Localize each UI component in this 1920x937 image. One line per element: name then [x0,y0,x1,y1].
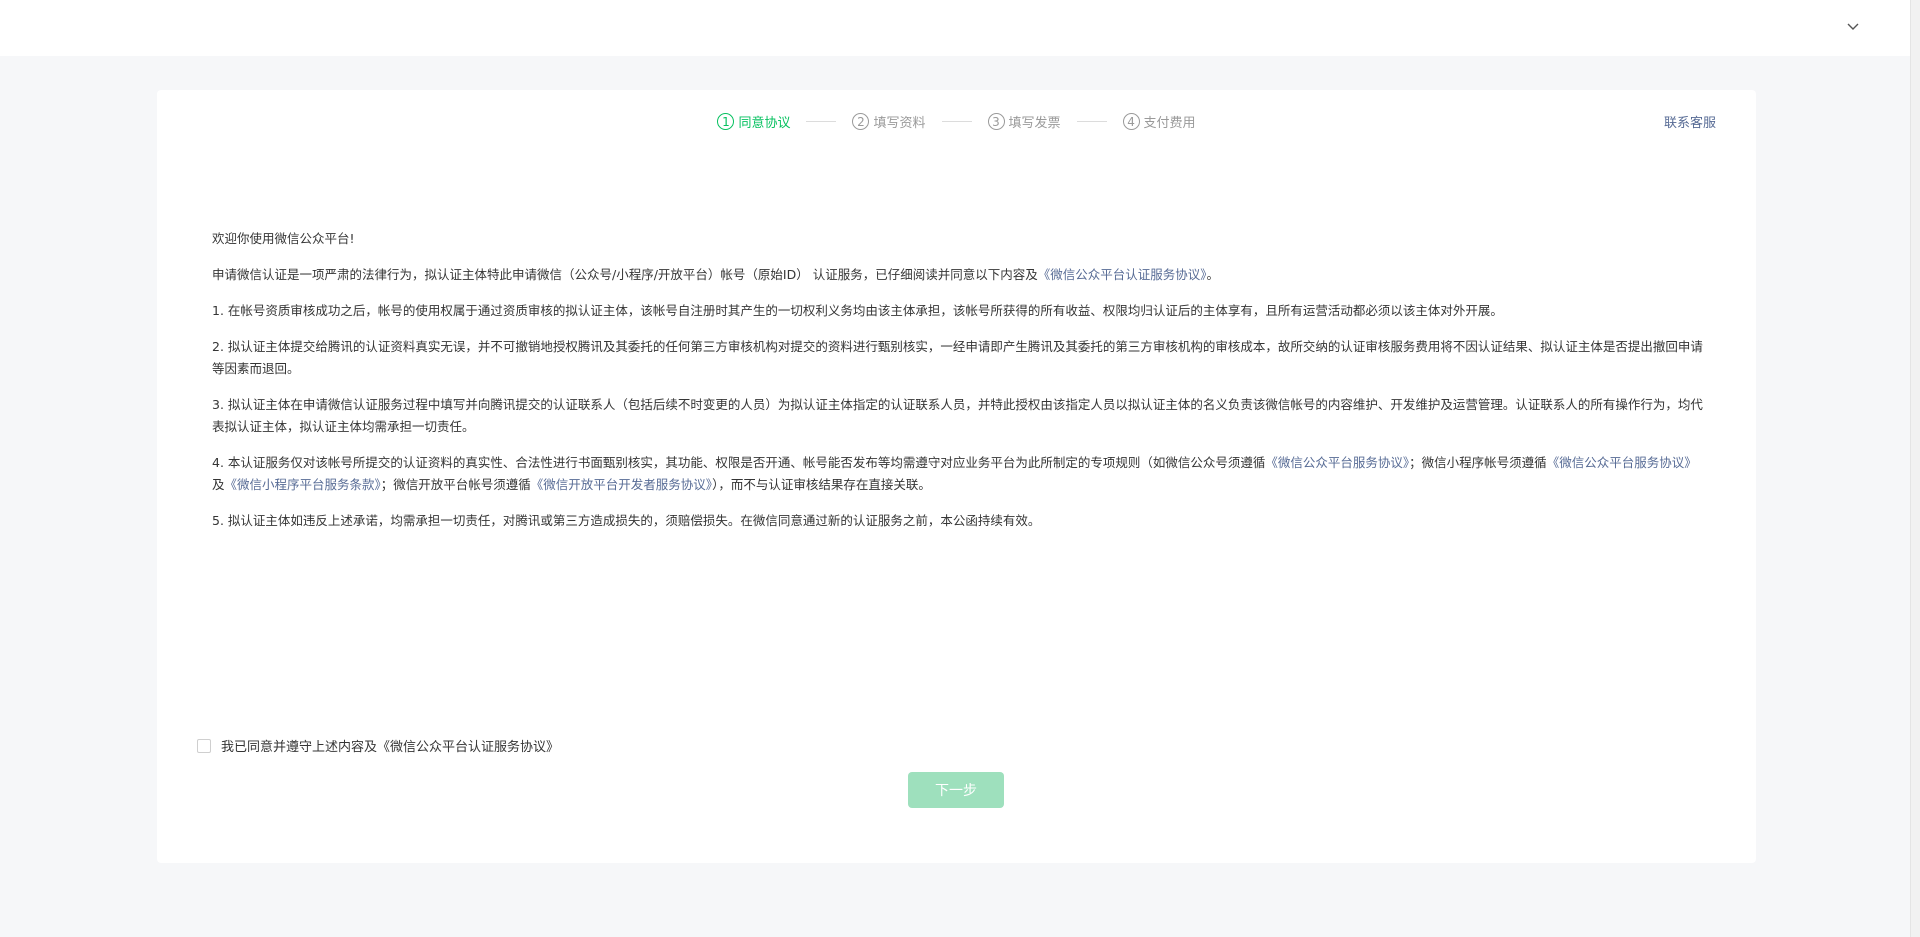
agreement-content: 欢迎你使用微信公众平台! 申请微信认证是一项严肃的法律行为，拟认证主体特此申请微… [212,228,1707,546]
main-card: 1 同意协议 2 填写资料 3 填写发票 4 支付费用 联系客服 欢迎你使用微信… [157,90,1756,863]
clause-3: 3. 拟认证主体在申请微信认证服务过程中填写并向腾讯提交的认证联系人（包括后续不… [212,397,1703,434]
clause-5: 5. 拟认证主体如违反上述承诺，均需承担一切责任，对腾讯或第三方造成损失的，须赔… [212,513,1041,528]
clause-4-text: ；微信开放平台帐号须遵循 [380,477,531,492]
step-2: 2 填写资料 [852,112,926,131]
intro-end: 。 [1206,267,1219,282]
step-4: 4 支付费用 [1122,112,1196,131]
open-platform-agreement-link[interactable]: 《微信开放平台开发者服务协议》 [531,477,712,492]
top-bar [0,0,1920,56]
clause-4-text: 及 [212,477,225,492]
step-label: 填写发票 [1008,116,1061,131]
agree-checkbox-row[interactable]: 我已同意并遵守上述内容及《微信公众平台认证服务协议》 [197,736,559,755]
mp-service-agreement-link[interactable]: 《微信公众平台服务协议》 [1265,455,1409,470]
step-label: 支付费用 [1143,116,1196,131]
agree-label: 我已同意并遵守上述内容及《微信公众平台认证服务协议》 [221,740,560,755]
step-divider [1076,121,1107,122]
clause-4-text: 4. 本认证服务仅对该帐号所提交的认证资料的真实性、合法性进行书面甄别核实，其功… [212,455,1266,470]
step-1: 1 同意协议 [717,112,790,131]
clause-4-text: ；微信小程序帐号须遵循 [1409,455,1547,470]
step-number: 4 [1122,113,1140,130]
clause-4-text: ），而不与认证审核结果存在直接关联。 [712,477,931,492]
step-label: 填写资料 [873,116,926,131]
step-3: 3 填写发票 [987,112,1061,131]
intro-text: 申请微信认证是一项严肃的法律行为，拟认证主体特此申请微信（公众号/小程序/开放平… [212,267,1038,282]
agree-checkbox[interactable] [197,738,211,753]
step-number: 1 [717,113,735,130]
chevron-down-icon[interactable] [1844,18,1862,36]
step-divider [806,121,837,122]
page-scrollbar[interactable] [1910,0,1920,937]
step-progress: 1 同意协议 2 填写资料 3 填写发票 4 支付费用 [157,112,1756,131]
next-step-button[interactable]: 下一步 [908,772,1004,808]
miniprogram-terms-link[interactable]: 《微信小程序平台服务条款》 [225,477,381,492]
clause-4: 4. 本认证服务仅对该帐号所提交的认证资料的真实性、合法性进行书面甄别核实，其功… [212,452,1707,496]
step-number: 2 [852,113,870,130]
welcome-text: 欢迎你使用微信公众平台! [212,231,355,246]
contact-support-link[interactable]: 联系客服 [1664,112,1716,131]
clause-1: 1. 在帐号资质审核成功之后，帐号的使用权属于通过资质审核的拟认证主体，该帐号自… [212,303,1503,318]
mp-service-agreement-link-2[interactable]: 《微信公众平台服务协议》 [1547,455,1697,470]
step-divider [941,121,972,122]
service-agreement-link[interactable]: 《微信公众平台认证服务协议》 [1038,267,1207,282]
step-number: 3 [987,113,1005,130]
intro-paragraph: 申请微信认证是一项严肃的法律行为，拟认证主体特此申请微信（公众号/小程序/开放平… [212,264,1707,286]
step-label: 同意协议 [738,116,791,131]
clause-2: 2. 拟认证主体提交给腾讯的认证资料真实无误，并不可撤销地授权腾讯及其委托的任何… [212,339,1703,376]
